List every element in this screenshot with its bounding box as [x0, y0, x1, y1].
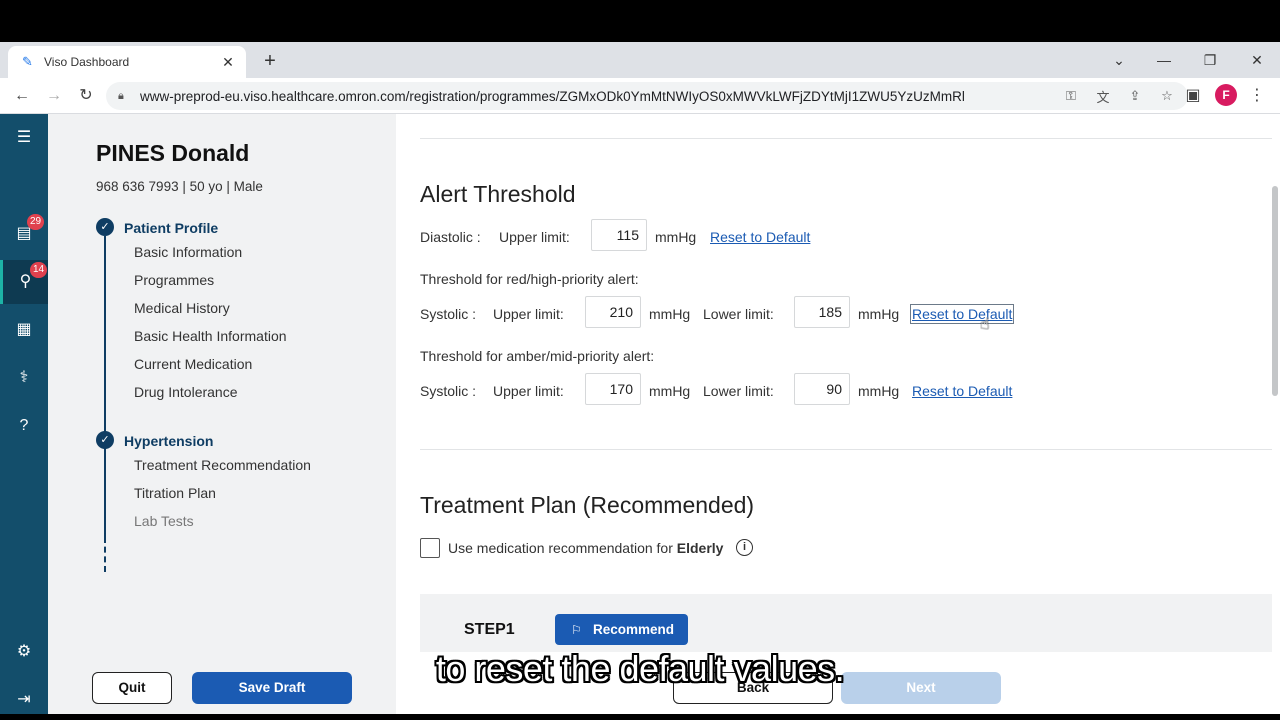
- amber-systolic-upper-input[interactable]: 170: [585, 373, 641, 405]
- unit-label: mmHg: [649, 306, 691, 322]
- forward-arrow-icon[interactable]: →: [42, 84, 66, 108]
- browser-tab[interactable]: ✎ Viso Dashboard ✕: [8, 46, 246, 78]
- elderly-checkbox-label[interactable]: Use medication recommendation for Elderl…: [448, 540, 723, 556]
- unit-label: mmHg: [655, 229, 697, 245]
- treatment-plan-title: Treatment Plan (Recommended): [420, 492, 755, 518]
- back-arrow-icon[interactable]: ←: [10, 84, 34, 108]
- patients-icon[interactable]: ⚲ 14: [0, 260, 48, 304]
- diastolic-label: Diastolic :: [420, 229, 481, 245]
- red-systolic-upper-input[interactable]: 210: [585, 296, 641, 328]
- patient-name: PINES Donald: [96, 140, 250, 166]
- patient-meta: 968 636 7993 | 50 yo | Male: [96, 179, 263, 194]
- stepper-line: [104, 236, 106, 540]
- elderly-label-prefix: Use medication recommendation for: [448, 540, 677, 556]
- reports-badge: 29: [27, 214, 45, 230]
- tab-search-chevron-icon[interactable]: ⌄: [1105, 50, 1133, 70]
- substep-programmes[interactable]: Programmes: [134, 272, 214, 288]
- upper-limit-label: Upper limit:: [493, 306, 564, 322]
- amber-threshold-heading: Threshold for amber/mid-priority alert:: [420, 348, 655, 364]
- video-letterbox-bottom: [0, 714, 1280, 720]
- stepper-line-pending: [104, 508, 106, 572]
- alert-threshold-title: Alert Threshold: [420, 181, 576, 207]
- amber-systolic-lower-input[interactable]: 90: [794, 373, 850, 405]
- red-threshold-heading: Threshold for red/high-priority alert:: [420, 271, 639, 287]
- substep-basic-information[interactable]: Basic Information: [134, 244, 242, 260]
- recommend-label: Recommend: [593, 622, 675, 637]
- password-key-icon[interactable]: ⚿: [1060, 88, 1082, 104]
- side-panel-icon[interactable]: ▣: [1181, 84, 1205, 108]
- restore-window-icon[interactable]: ❐: [1196, 50, 1224, 70]
- recommend-button[interactable]: ⚐ Recommend: [555, 614, 688, 645]
- stethoscope-icon[interactable]: ⚕: [0, 356, 48, 400]
- browser-toolbar: ← → ↻ 🔒︎ www-preprod-eu.viso.healthcare.…: [0, 78, 1280, 114]
- registration-steps-panel: PINES Donald 968 636 7993 | 50 yo | Male…: [48, 114, 396, 714]
- amber-systolic-reset-link[interactable]: Reset to Default: [912, 383, 1012, 399]
- close-tab-icon[interactable]: ✕: [220, 54, 236, 70]
- red-systolic-reset-link[interactable]: Reset to Default: [909, 304, 1015, 324]
- browser-tab-bar: ✎ Viso Dashboard ✕ + ⌄ — ❐ ✕: [0, 42, 1280, 78]
- bookmark-star-icon[interactable]: ☆: [1156, 88, 1178, 104]
- unit-label: mmHg: [858, 383, 900, 399]
- systolic-label: Systolic :: [420, 306, 477, 322]
- translate-icon[interactable]: 文: [1092, 87, 1114, 106]
- substep-titration-plan[interactable]: Titration Plan: [134, 485, 216, 501]
- address-bar[interactable]: 🔒︎ www-preprod-eu.viso.healthcare.omron.…: [106, 82, 1188, 110]
- substep-drug-intolerance[interactable]: Drug Intolerance: [134, 384, 238, 400]
- substep-basic-health-information[interactable]: Basic Health Information: [134, 328, 287, 344]
- new-tab-icon[interactable]: +: [258, 50, 282, 74]
- substep-current-medication[interactable]: Current Medication: [134, 356, 252, 372]
- step-patient-profile[interactable]: Patient Profile: [124, 220, 218, 236]
- section-divider: [420, 138, 1272, 139]
- systolic-label: Systolic :: [420, 383, 477, 399]
- unit-label: mmHg: [649, 383, 691, 399]
- flag-icon: ⚐: [571, 623, 582, 637]
- video-letterbox-top: [0, 0, 1280, 42]
- video-subtitle: to reset the default values.: [435, 648, 845, 689]
- info-icon[interactable]: i: [736, 539, 753, 556]
- check-icon: ✓: [96, 218, 114, 236]
- reports-icon[interactable]: ▤ 29: [0, 212, 48, 256]
- reload-icon[interactable]: ↻: [74, 84, 98, 108]
- hamburger-menu-icon[interactable]: ☰: [0, 116, 48, 160]
- step-hypertension[interactable]: Hypertension: [124, 433, 213, 449]
- substep-medical-history[interactable]: Medical History: [134, 300, 230, 316]
- check-icon: ✓: [96, 431, 114, 449]
- unit-label: mmHg: [858, 306, 900, 322]
- red-systolic-lower-input[interactable]: 185: [794, 296, 850, 328]
- step1-label: STEP1: [464, 621, 515, 638]
- share-icon[interactable]: ⇪: [1124, 88, 1146, 104]
- minimize-window-icon[interactable]: —: [1150, 50, 1178, 70]
- nav-rail: ☰ ▤ 29 ⚲ 14 ▦ ⚕ ? ⚙ ⇥: [0, 114, 48, 714]
- main-content: Alert Threshold Diastolic : Upper limit:…: [396, 114, 1280, 714]
- help-icon[interactable]: ?: [0, 404, 48, 448]
- tab-title: Viso Dashboard: [44, 55, 130, 69]
- url-text: www-preprod-eu.viso.healthcare.omron.com…: [140, 88, 965, 104]
- diastolic-reset-link[interactable]: Reset to Default: [710, 229, 810, 245]
- upper-limit-label: Upper limit:: [499, 229, 570, 245]
- substep-treatment-recommendation[interactable]: Treatment Recommendation: [134, 457, 311, 473]
- forms-icon[interactable]: ▦: [0, 308, 48, 352]
- diastolic-upper-input[interactable]: 115: [591, 219, 647, 251]
- patients-badge: 14: [30, 262, 48, 278]
- upper-limit-label: Upper limit:: [493, 383, 564, 399]
- lower-limit-label: Lower limit:: [703, 306, 774, 322]
- viso-favicon-icon: ✎: [22, 54, 33, 69]
- elderly-checkbox[interactable]: [420, 538, 440, 558]
- lock-icon: 🔒︎: [118, 89, 124, 102]
- hand-pointer-cursor-icon: ☝: [980, 316, 990, 333]
- close-window-icon[interactable]: ✕: [1243, 50, 1271, 70]
- section-divider: [420, 449, 1272, 450]
- viso-app: ☰ ▤ 29 ⚲ 14 ▦ ⚕ ? ⚙ ⇥ PINES Donald 968 636…: [0, 114, 1280, 714]
- browser-menu-icon[interactable]: ⋮: [1249, 84, 1265, 108]
- elderly-label-bold: Elderly: [676, 540, 724, 556]
- page-scrollbar[interactable]: [1272, 186, 1278, 396]
- substep-lab-tests[interactable]: Lab Tests: [134, 513, 194, 529]
- profile-avatar[interactable]: F: [1215, 84, 1237, 106]
- lower-limit-label: Lower limit:: [703, 383, 774, 399]
